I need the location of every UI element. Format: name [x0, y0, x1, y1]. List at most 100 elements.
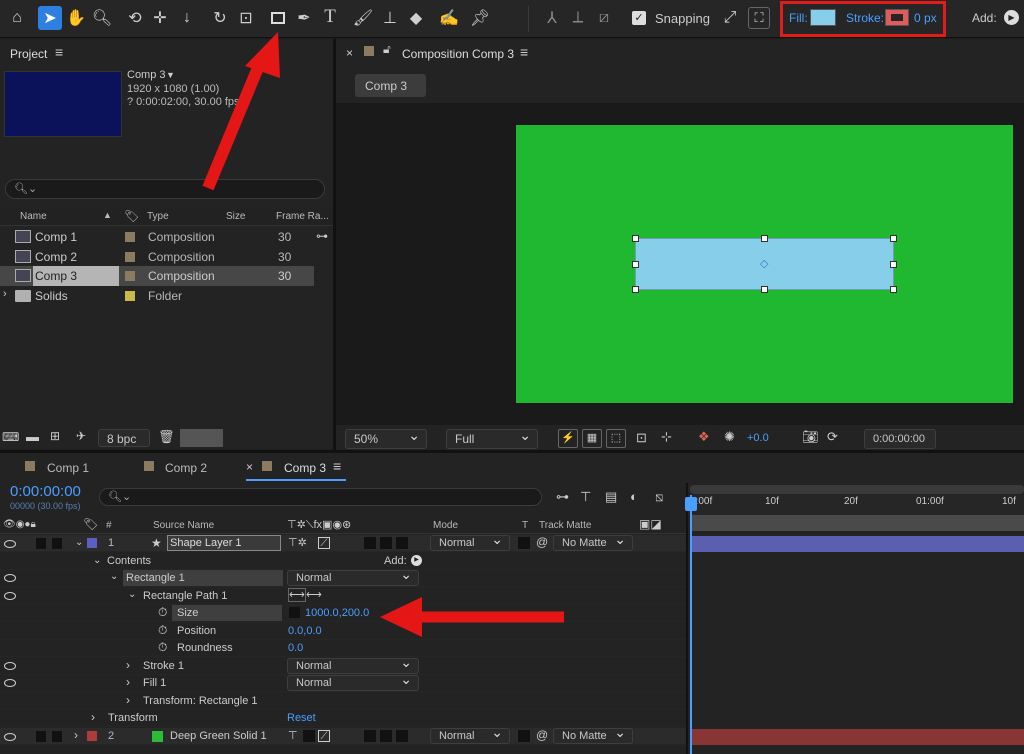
- label-tag-icon[interactable]: 🏷︎: [124, 209, 139, 223]
- collapse-arrow-icon[interactable]: ⌄: [128, 589, 136, 600]
- layer1-duration-bar[interactable]: [692, 536, 1024, 552]
- selection-handle[interactable]: [761, 235, 768, 242]
- switch-box[interactable]: [380, 537, 392, 549]
- snap-edges-icon[interactable]: ⤢: [720, 8, 740, 28]
- brush-tool-icon[interactable]: 🖌︎: [353, 8, 373, 28]
- switch-box[interactable]: [396, 537, 408, 549]
- panel-menu-icon[interactable]: ≡: [55, 44, 63, 60]
- column-frame-rate[interactable]: Frame Ra...: [276, 211, 329, 222]
- selection-handle[interactable]: [890, 286, 897, 293]
- label-swatch[interactable]: [125, 252, 135, 262]
- selection-tool-icon[interactable]: ➤: [38, 6, 62, 30]
- playhead-handle[interactable]: [685, 497, 697, 511]
- time-ruler[interactable]: 0:00f 10f 20f 01:00f 10f: [688, 495, 1024, 515]
- lock-icon[interactable]: 🔓︎: [383, 42, 391, 57]
- draft-3d-icon[interactable]: ⊤: [580, 489, 591, 505]
- mode-dropdown[interactable]: Normal: [430, 532, 510, 551]
- switch-icons[interactable]: ⊤✲: [288, 536, 307, 549]
- selection-handle[interactable]: [632, 235, 639, 242]
- reset-link[interactable]: Reset: [287, 712, 316, 724]
- exposure-value[interactable]: +0.0: [747, 432, 769, 444]
- roundness-property-row[interactable]: ⏱︎ Roundness 0.0: [0, 640, 686, 657]
- mode-dropdown[interactable]: Normal: [430, 725, 510, 744]
- collapse-arrow-icon[interactable]: ⌄: [93, 555, 101, 566]
- layer-row[interactable]: ⌄ 1 ★ Shape Layer 1 ⊤✲ ⟋ Normal @ No Mat…: [0, 532, 686, 552]
- channel-icon[interactable]: ❖: [698, 429, 710, 445]
- switch-box[interactable]: [396, 730, 408, 742]
- zoom-tool-icon[interactable]: 🔍︎: [92, 8, 112, 28]
- selection-handle[interactable]: [890, 235, 897, 242]
- label-swatch[interactable]: [125, 232, 135, 242]
- switch-box[interactable]: [380, 730, 392, 742]
- playhead[interactable]: [690, 495, 692, 754]
- expand-arrow-icon[interactable]: ›: [126, 658, 130, 672]
- type-tool-icon[interactable]: T: [320, 6, 340, 28]
- eye-icon[interactable]: [4, 540, 16, 548]
- stroke-label[interactable]: Stroke:: [846, 11, 884, 25]
- collapse-arrow-icon[interactable]: ⌄: [110, 571, 118, 582]
- layer-name[interactable]: Deep Green Solid 1: [170, 730, 267, 742]
- home-icon[interactable]: ⌂: [6, 8, 28, 28]
- new-composition-icon[interactable]: ⊞: [50, 429, 60, 443]
- timeline-search-input[interactable]: 🔍︎⌄: [99, 488, 542, 506]
- expand-arrow-icon[interactable]: ›: [126, 675, 130, 689]
- eye-icon[interactable]: [4, 662, 16, 670]
- column-size[interactable]: Size: [226, 211, 245, 222]
- world-axis-icon[interactable]: ⟂: [568, 8, 588, 28]
- preserve-transparency-box[interactable]: [518, 537, 530, 549]
- layer-row[interactable]: › 2 Deep Green Solid 1 ⊤ ⟋ Normal @ No M…: [0, 725, 686, 745]
- transform-rectangle-row[interactable]: › Transform: Rectangle 1: [0, 693, 686, 710]
- new-folder-icon[interactable]: ▬: [26, 429, 39, 444]
- anchor-point-icon[interactable]: ◇: [760, 257, 768, 270]
- layer-label-swatch[interactable]: [87, 538, 97, 548]
- layer2-duration-bar[interactable]: [692, 729, 1024, 745]
- timeline-tab-comp2[interactable]: Comp 2: [165, 461, 207, 475]
- expand-arrow-icon[interactable]: ›: [91, 710, 95, 724]
- project-item-selected[interactable]: Comp 3 Composition 30: [0, 266, 314, 286]
- close-icon[interactable]: ×: [246, 460, 253, 474]
- current-time-display[interactable]: 0:00:00:00: [10, 483, 81, 500]
- panel-menu-icon[interactable]: ≡: [520, 44, 528, 60]
- add-menu-icon[interactable]: ▶: [1004, 10, 1019, 25]
- close-icon[interactable]: ×: [346, 46, 353, 60]
- timeline-divider[interactable]: [686, 483, 688, 754]
- switch-box[interactable]: ⟋: [318, 730, 330, 742]
- pan-camera-icon[interactable]: ✛: [150, 8, 170, 28]
- fill-swatch[interactable]: [810, 9, 836, 26]
- stopwatch-icon[interactable]: ⏱︎: [158, 623, 167, 638]
- selection-handle[interactable]: [890, 261, 897, 268]
- rectangle-path-row[interactable]: ⌄ Rectangle Path 1 ⟷ ⟷: [0, 588, 686, 605]
- path-direction-icon[interactable]: ⟷: [306, 588, 322, 601]
- collapse-arrow-icon[interactable]: ⌄: [75, 537, 83, 548]
- stroke-swatch[interactable]: [885, 9, 909, 26]
- selection-handle[interactable]: [761, 286, 768, 293]
- current-time-field[interactable]: 0:00:00:00: [864, 429, 936, 449]
- puppet-pin-tool-icon[interactable]: 📌︎: [470, 8, 490, 28]
- switch-icons[interactable]: ⊤: [288, 729, 298, 742]
- color-management-icon[interactable]: ✺: [724, 429, 735, 445]
- transparency-grid-icon[interactable]: ▦: [582, 429, 602, 448]
- dolly-camera-icon[interactable]: ↓: [177, 8, 197, 28]
- view-axis-icon[interactable]: ⧄: [594, 8, 614, 28]
- column-source-name[interactable]: Source Name: [153, 520, 214, 531]
- project-item[interactable]: Comp 1 Composition 30 ⊶: [0, 227, 333, 247]
- label-swatch[interactable]: [125, 291, 135, 301]
- stopwatch-icon[interactable]: ⏱︎: [158, 640, 167, 655]
- column-name[interactable]: Name: [20, 211, 47, 222]
- zoom-dropdown[interactable]: 50%: [345, 426, 427, 449]
- bpc-button[interactable]: 8 bpc: [98, 429, 150, 447]
- label-swatch[interactable]: [125, 271, 135, 281]
- rotate-tool-icon[interactable]: ↻: [210, 8, 230, 28]
- column-type[interactable]: Type: [147, 211, 169, 222]
- panel-menu-icon[interactable]: ≡: [333, 458, 341, 474]
- motion-blur-icon[interactable]: ⧅: [655, 489, 663, 505]
- time-navigator[interactable]: [690, 485, 1024, 494]
- eye-icon[interactable]: [4, 733, 16, 741]
- timeline-tab-comp1[interactable]: Comp 1: [47, 461, 89, 475]
- solo-box[interactable]: [52, 538, 62, 549]
- expand-arrow-icon[interactable]: ›: [3, 288, 7, 300]
- preserve-transparency-box[interactable]: [518, 730, 530, 742]
- size-value[interactable]: 1000.0,200.0: [305, 607, 369, 619]
- rect-mode-dropdown[interactable]: Normal: [287, 567, 419, 586]
- eye-icon[interactable]: [4, 574, 16, 582]
